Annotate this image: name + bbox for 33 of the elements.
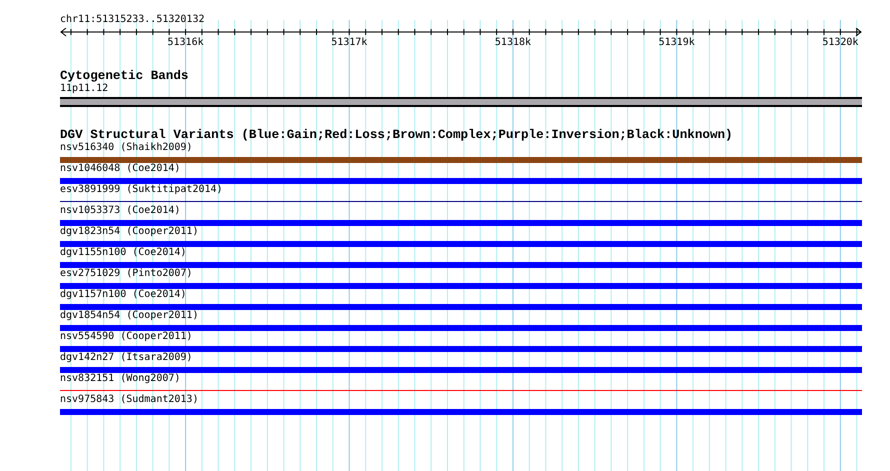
tick-label: 51318k: [494, 37, 532, 48]
variant-label: dgv1157n100 (Coe2014): [60, 289, 186, 301]
variant-bar[interactable]: [60, 304, 862, 310]
variant-bar[interactable]: [60, 178, 862, 184]
variant-bar[interactable]: [60, 157, 862, 163]
tick-label: 51320k: [822, 37, 858, 48]
tick-label: 51316k: [168, 37, 204, 48]
variant-bar[interactable]: [60, 409, 862, 415]
track-title: DGV Structural Variants (Blue:Gain;Red:Loss;Brown:Complex;Purple:Inversion;Black:Unknown): [60, 129, 733, 142]
tick-label: 51319k: [658, 37, 695, 48]
band-label: 11p11.12: [60, 83, 108, 95]
variant-label: nsv1053373 (Coe2014): [60, 205, 180, 217]
variant-bar[interactable]: [60, 262, 862, 268]
region-label: chr11:51315233..51320132: [60, 14, 204, 26]
variant-bar[interactable]: [60, 367, 862, 373]
variant-label: nsv832151 (Wong2007): [60, 373, 180, 385]
variant-bar[interactable]: [60, 325, 862, 331]
variant-label: nsv1046048 (Coe2014): [60, 163, 180, 175]
variant-label: dgv142n27 (Itsara2009): [60, 352, 192, 364]
variant-label: esv3891999 (Suktitipat2014): [60, 184, 223, 196]
variant-label: nsv975843 (Sudmant2013): [60, 394, 198, 406]
variant-label: dgv1854n54 (Cooper2011): [60, 310, 198, 322]
variant-label: nsv516340 (Shaikh2009): [60, 142, 192, 154]
variant-bar[interactable]: [60, 346, 862, 352]
variant-bar[interactable]: [60, 283, 862, 289]
track-title: Cytogenetic Bands: [60, 70, 188, 83]
variant-label: dgv1155n100 (Coe2014): [60, 247, 186, 259]
variant-bar[interactable]: [60, 220, 862, 226]
variant-label: esv2751029 (Pinto2007): [60, 268, 192, 280]
variant-label: nsv554590 (Cooper2011): [60, 331, 192, 343]
tick-label: 51317k: [331, 37, 368, 48]
variant-label: dgv1823n54 (Cooper2011): [60, 226, 198, 238]
variant-bar[interactable]: [60, 241, 862, 247]
